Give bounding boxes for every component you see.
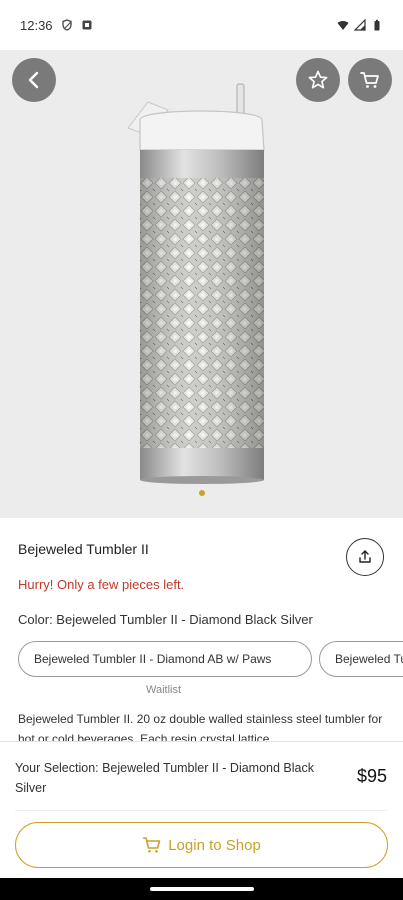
wifi-icon [337, 20, 349, 30]
waitlist-label: Waitlist [146, 684, 182, 696]
home-gesture-handle[interactable] [150, 887, 254, 891]
shield-icon [61, 19, 72, 31]
price: $95 [356, 766, 387, 786]
divider [15, 810, 388, 811]
signal-icon [354, 19, 366, 31]
status-bar: 12:36 [0, 0, 403, 50]
gallery-pagination [0, 490, 403, 496]
share-icon [359, 550, 371, 563]
share-button[interactable] [346, 538, 384, 576]
login-to-shop-label: Login to Shop [168, 836, 261, 854]
cart-icon [360, 72, 379, 88]
color-option-chip[interactable]: Bejeweled Tumbler II - Diamond AB w/ Paw… [18, 641, 312, 677]
arrow-back-icon [28, 71, 39, 89]
login-to-shop-button[interactable]: Login to Shop [15, 822, 388, 868]
color-options: Bejeweled Tumbler II - Diamond AB w/ Paw… [18, 641, 403, 681]
color-option-chip[interactable]: Bejeweled Tumbler II - Diamond Black Sil… [319, 641, 403, 677]
battery-icon [374, 19, 380, 31]
app-notification-icon [82, 20, 92, 30]
product-image [127, 83, 265, 484]
selection-summary: Your Selection: Bejeweled Tumbler II - D… [15, 761, 314, 795]
stock-urgency-text: Hurry! Only a few pieces left. [18, 577, 185, 592]
selected-color-label: Color: Bejeweled Tumbler II - Diamond Bl… [18, 612, 313, 627]
cart-button[interactable] [348, 58, 392, 102]
product-title: Bejeweled Tumbler II [18, 541, 149, 557]
pagination-dot-active[interactable] [198, 490, 205, 496]
favorite-button[interactable] [296, 58, 340, 102]
product-image-gallery[interactable] [0, 50, 403, 518]
back-button[interactable] [12, 58, 56, 102]
system-navigation-bar [0, 878, 403, 900]
clock: 12:36 [20, 17, 53, 33]
product-description: Bejeweled Tumbler II. 20 oz double walle… [18, 712, 383, 741]
cart-icon [142, 837, 161, 853]
star-outline-icon [308, 70, 328, 89]
purchase-footer: Your Selection: Bejeweled Tumbler II - D… [0, 741, 403, 878]
